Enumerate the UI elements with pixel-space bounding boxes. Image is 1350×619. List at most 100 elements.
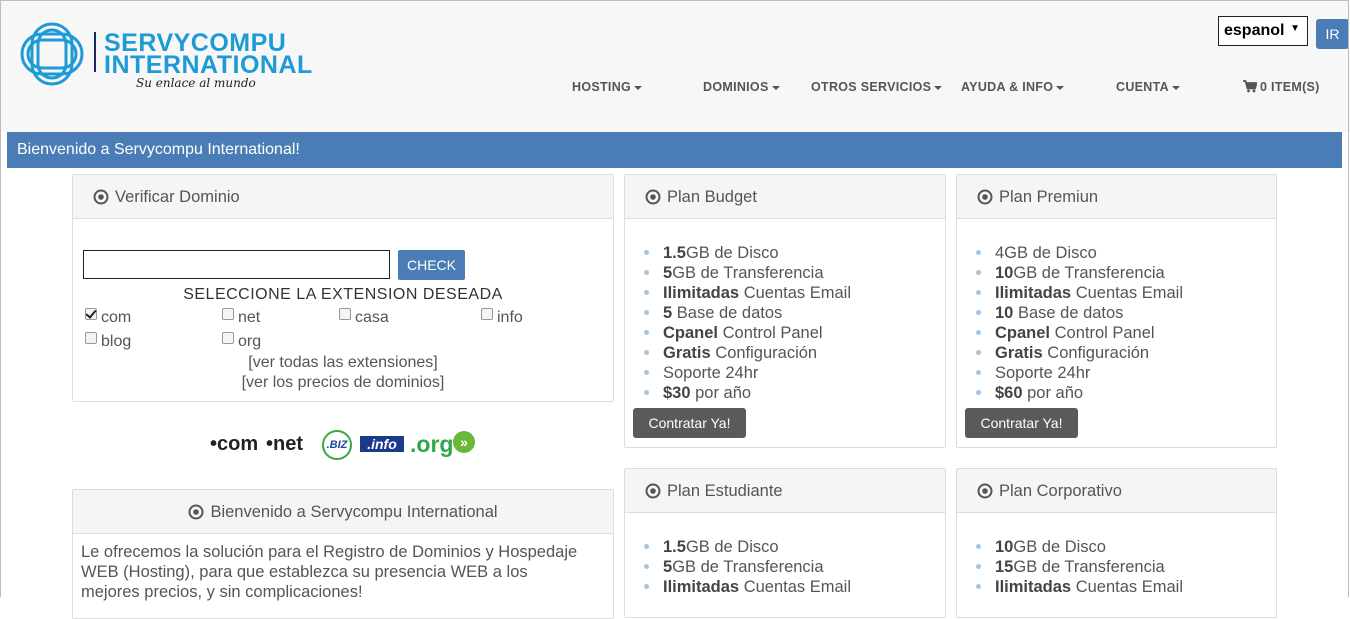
ext-option-net[interactable]: net: [222, 308, 260, 327]
tld-logos: •com •net .BIZ .info .org »: [210, 428, 480, 464]
feature-text: GB de Disco: [685, 538, 779, 556]
panel-title: Plan Corporativo: [999, 482, 1122, 500]
brand-logo[interactable]: SERVYCOMPU INTERNATIONAL Su enlace al mu…: [18, 18, 328, 96]
nav-label: AYUDA & INFO: [961, 80, 1054, 94]
feature-strong: 5: [663, 304, 673, 322]
feature-text: Base de datos: [1013, 304, 1124, 322]
feature-strong: 5: [663, 558, 673, 576]
checkbox[interactable]: [85, 332, 97, 344]
ext-option-casa[interactable]: casa: [339, 308, 389, 327]
feature-strong: Ilimitadas: [663, 284, 740, 302]
extension-title: SELECCIONE LA EXTENSION DESEADA: [183, 286, 503, 303]
feature-text: GB de Transferencia: [672, 558, 824, 576]
tld-info-logo: .info: [360, 436, 404, 452]
ext-option-com[interactable]: com: [85, 308, 131, 327]
feature-text: GB de Transferencia: [1013, 558, 1165, 576]
nav-otros-servicios[interactable]: OTROS SERVICIOS: [811, 80, 943, 94]
checkbox[interactable]: [222, 332, 234, 344]
nav-cart[interactable]: 0 ITEM(S): [1243, 80, 1320, 94]
feature-text: Cuentas Email: [1071, 284, 1184, 302]
nav-dominios[interactable]: DOMINIOS: [703, 80, 780, 94]
feature-item: Cpanel Control Panel: [625, 323, 851, 343]
ext-label: com: [101, 309, 132, 326]
feature-item: Ilimitadas Cuentas Email: [625, 577, 851, 597]
nav-hosting[interactable]: HOSTING: [572, 80, 643, 94]
ext-option-info[interactable]: info: [481, 308, 523, 327]
link-domain-prices[interactable]: [ver los precios de dominios]: [73, 374, 613, 392]
checkbox[interactable]: [481, 308, 493, 320]
link-all-extensions[interactable]: [ver todas las extensiones]: [73, 354, 613, 372]
feature-item: 5 Base de datos: [625, 303, 851, 323]
brand-tagline: Su enlace al mundo: [136, 76, 256, 90]
target-icon: [645, 483, 661, 499]
feature-item: 10GB de Disco: [957, 537, 1183, 557]
domain-check-panel: Verificar Dominio CHECK SELECCIONE LA EX…: [72, 174, 614, 402]
language-selected: espanol: [1224, 22, 1285, 39]
check-button[interactable]: CHECK: [398, 250, 465, 280]
feature-text: por año: [1022, 384, 1084, 402]
nav-label: OTROS SERVICIOS: [811, 80, 932, 94]
feature-item: Cpanel Control Panel: [957, 323, 1183, 343]
panel-title: Bienvenido a Servycompu International: [210, 503, 498, 521]
feature-item: 1.5GB de Disco: [625, 243, 851, 263]
checkbox-checked[interactable]: [85, 308, 97, 320]
checkbox[interactable]: [339, 308, 351, 320]
feature-item: 5GB de Transferencia: [625, 263, 851, 283]
language-select[interactable]: espanol ▼: [1218, 16, 1308, 46]
feature-strong: Ilimitadas: [995, 578, 1072, 596]
feature-item: Soporte 24hr: [625, 363, 851, 383]
feature-strong: Cpanel: [663, 324, 719, 342]
feature-list: 1.5GB de Disco 5GB de Transferencia Ilim…: [625, 243, 851, 403]
feature-item: Ilimitadas Cuentas Email: [625, 283, 851, 303]
feature-item: 15GB de Transferencia: [957, 557, 1183, 577]
feature-strong: Gratis: [995, 344, 1043, 362]
feature-item: 5GB de Transferencia: [625, 557, 851, 577]
panel-title: Verificar Dominio: [115, 188, 240, 206]
domain-input[interactable]: [83, 250, 390, 279]
feature-strong: 10: [995, 264, 1014, 282]
tld-net-logo: •net: [266, 433, 304, 455]
feature-item: 4GB de Disco: [957, 243, 1183, 263]
feature-list: 1.5GB de Disco 5GB de Transferencia Ilim…: [625, 537, 851, 597]
double-chevron-icon: »: [453, 431, 475, 453]
feature-item: 10 Base de datos: [957, 303, 1183, 323]
contratar-button[interactable]: Contratar Ya!: [633, 408, 746, 438]
feature-item: Soporte 24hr: [957, 363, 1183, 383]
feature-item: Gratis Configuración: [625, 343, 851, 363]
ext-option-blog[interactable]: blog: [85, 332, 131, 351]
checkbox[interactable]: [222, 308, 234, 320]
feature-strong: 1.5: [663, 244, 686, 262]
feature-text: Control Panel: [1050, 324, 1155, 342]
ext-label: info: [497, 309, 523, 326]
site-header: SERVYCOMPU INTERNATIONAL Su enlace al mu…: [0, 0, 1350, 132]
feature-item: Ilimitadas Cuentas Email: [957, 577, 1183, 597]
tld-biz-logo: .BIZ: [322, 430, 352, 460]
feature-strong: Ilimitadas: [663, 578, 740, 596]
cart-icon: [1243, 80, 1257, 93]
nav-label: CUENTA: [1116, 80, 1169, 94]
panel-heading: Plan Estudiante: [625, 469, 945, 513]
nav-label: DOMINIOS: [703, 80, 769, 94]
contratar-button[interactable]: Contratar Ya!: [965, 408, 1078, 438]
target-icon: [977, 189, 993, 205]
feature-item: $60 por año: [957, 383, 1183, 403]
ext-label: org: [238, 333, 262, 350]
feature-text: Soporte 24hr: [663, 364, 759, 382]
feature-text: GB de Transferencia: [672, 264, 824, 282]
ext-option-org[interactable]: org: [222, 332, 261, 351]
knot-logo-icon: [20, 22, 84, 86]
nav-cuenta[interactable]: CUENTA: [1116, 80, 1180, 94]
language-go-button[interactable]: IR: [1316, 19, 1349, 49]
tld-com-logo: •com: [210, 433, 259, 455]
tld-org-logo: .org: [410, 431, 454, 457]
feature-text: Soporte 24hr: [995, 364, 1091, 382]
feature-text: 4GB de Disco: [995, 244, 1097, 262]
panel-heading: Plan Corporativo: [957, 469, 1276, 513]
panel-heading: Bienvenido a Servycompu International: [73, 490, 613, 534]
nav-ayuda-info[interactable]: AYUDA & INFO: [961, 80, 1065, 94]
feature-text: Cuentas Email: [739, 284, 852, 302]
feature-item: $30 por año: [625, 383, 851, 403]
nav-label: HOSTING: [572, 80, 632, 94]
plan-corporativo-panel: Plan Corporativo 10GB de Disco 15GB de T…: [956, 468, 1277, 618]
feature-item: Ilimitadas Cuentas Email: [957, 283, 1183, 303]
